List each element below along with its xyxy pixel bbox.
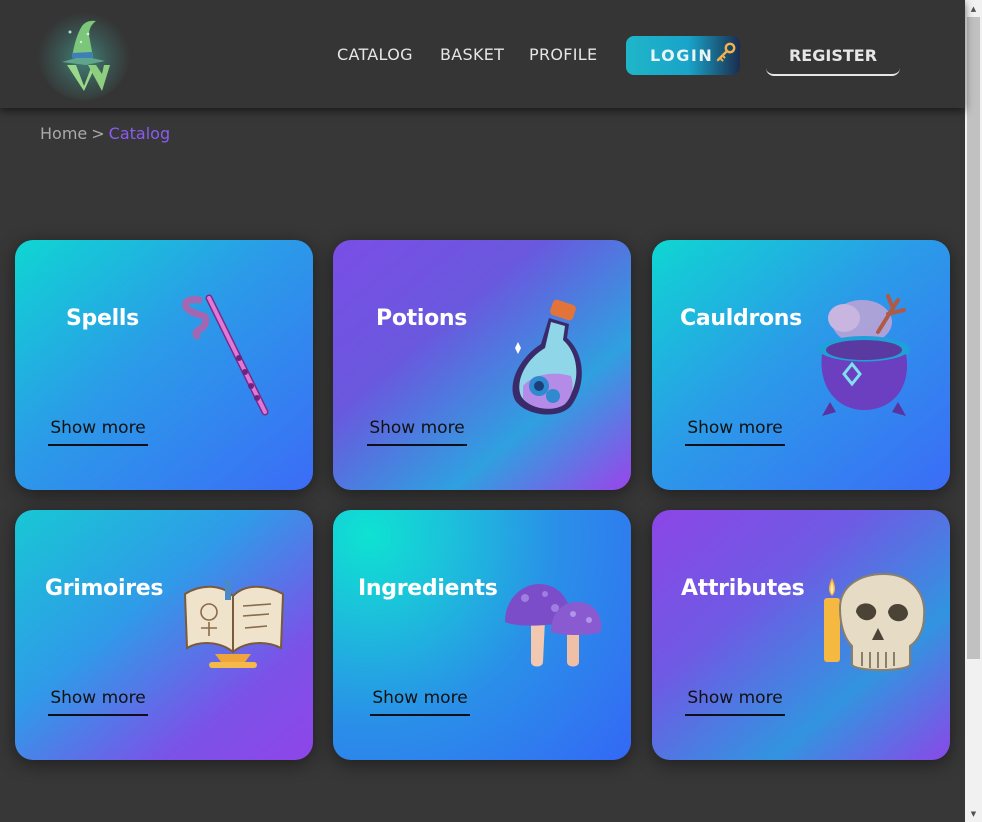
vertical-scrollbar[interactable]: ▲ ▼ — [965, 0, 982, 822]
scroll-down-arrow-icon[interactable]: ▼ — [965, 805, 982, 822]
skull-candle-icon — [812, 572, 926, 682]
scroll-up-arrow-icon[interactable]: ▲ — [965, 0, 982, 17]
category-card-attributes[interactable]: Attributes Show more — [652, 510, 950, 760]
card-title: Attributes — [681, 576, 805, 601]
mushroom-icon — [501, 580, 605, 674]
scroll-thumb[interactable] — [967, 17, 980, 659]
card-title: Potions — [376, 306, 468, 331]
breadcrumb-home[interactable]: Home — [40, 124, 87, 143]
nav-profile[interactable]: PROFILE — [529, 45, 597, 64]
cauldron-icon — [808, 292, 920, 426]
show-more-link[interactable]: Show more — [685, 688, 785, 716]
category-card-cauldrons[interactable]: Cauldrons Show more — [652, 240, 950, 490]
show-more-link[interactable]: Show more — [685, 418, 785, 446]
category-card-grimoires[interactable]: Grimoires Show more — [15, 510, 313, 760]
open-book-icon — [181, 576, 287, 676]
show-more-link[interactable]: Show more — [367, 418, 467, 446]
login-button[interactable]: LOGIN — [626, 36, 740, 75]
card-title: Cauldrons — [680, 306, 802, 331]
show-more-link[interactable]: Show more — [48, 418, 148, 446]
category-card-potions[interactable]: Potions Show more — [333, 240, 631, 490]
card-title: Ingredients — [358, 576, 498, 601]
show-more-link[interactable]: Show more — [370, 688, 470, 716]
nav-catalog[interactable]: CATALOG — [337, 45, 413, 64]
category-card-spells[interactable]: Spells Show more — [15, 240, 313, 490]
breadcrumb-current: Catalog — [108, 124, 171, 143]
card-title: Spells — [66, 306, 139, 331]
magic-wand-icon — [179, 292, 279, 426]
category-card-ingredients[interactable]: Ingredients Show more — [333, 510, 631, 760]
potion-bottle-icon — [505, 296, 595, 424]
breadcrumb: Home > Catalog — [40, 124, 170, 143]
breadcrumb-separator: > — [91, 124, 105, 143]
login-label: LOGIN — [650, 46, 714, 65]
nav-basket[interactable]: BASKET — [440, 45, 504, 64]
card-title: Grimoires — [45, 576, 164, 601]
register-button[interactable]: REGISTER — [766, 36, 900, 76]
key-icon — [713, 41, 737, 69]
wizard-logo-icon[interactable] — [38, 8, 130, 100]
show-more-link[interactable]: Show more — [48, 688, 148, 716]
site-header: CATALOG BASKET PROFILE LOGIN REGISTER — [0, 0, 965, 108]
